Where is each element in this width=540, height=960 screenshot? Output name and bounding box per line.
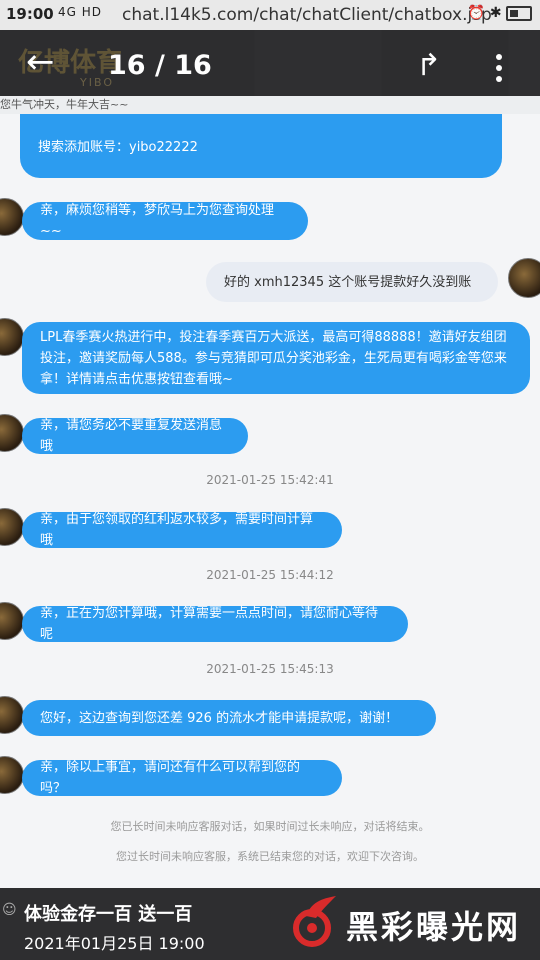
bluetooth-icon: ✱	[489, 5, 502, 21]
banner-date: 2021年01月25日 19:00	[24, 934, 205, 953]
status-time: 19:00	[6, 5, 54, 23]
agent-avatar	[0, 198, 24, 236]
image-counter: 16 / 16	[108, 50, 212, 81]
emoji-icon[interactable]: ☺	[2, 902, 17, 918]
system-notice: 您已长时间未响应客服对话，如果时间过长未响应，对话将结束。	[110, 820, 430, 833]
agent-avatar	[0, 414, 24, 452]
agent-message: 亲，请您务必不要重复发送消息哦	[22, 418, 248, 454]
agent-avatar	[0, 696, 24, 734]
signal-icon: 4G HD	[58, 5, 103, 19]
agent-message: 亲，由于您领取的红利返水较多，需要时间计算哦	[22, 512, 342, 548]
agent-avatar	[0, 508, 24, 546]
battery-icon	[506, 5, 532, 21]
watermark-logo-icon	[293, 896, 336, 947]
ticker-text: 您牛气冲天，牛年大吉~~	[0, 96, 540, 114]
message-timestamp: 2021-01-25 15:45:13	[206, 662, 334, 676]
status-bar: 19:00 4G HD chat.l14k5.com/chat/chatClie…	[0, 0, 540, 30]
message-timestamp: 2021-01-25 15:42:41	[206, 473, 334, 487]
viewer-toolbar: 亿博体育 YIBO ← 16 / 16 ↱	[0, 30, 540, 96]
banner-caption: 体验金存一百 送一百	[24, 904, 193, 925]
agent-avatar	[0, 318, 24, 356]
agent-message: LPL春季赛火热进行中，投注春季赛百万大派送，最高可得88888！邀请好友组团投…	[22, 322, 530, 394]
back-arrow-icon[interactable]: ←	[26, 44, 55, 80]
agent-avatar	[0, 756, 24, 794]
alarm-icon: ⏰	[467, 5, 486, 21]
system-notice: 您过长时间未响应客服，系统已结束您的对话，欢迎下次咨询。	[116, 850, 424, 863]
agent-message: 亲，正在为您计算哦，计算需要一点点时间，请您耐心等待呢	[22, 606, 408, 642]
caption-banner: ☺ 体验金存一百 送一百 2021年01月25日 19:00 黑彩曝光网	[0, 888, 540, 960]
status-icons: ⏰ ✱	[468, 5, 532, 21]
agent-message: 亲，除以上事宜，请问还有什么可以帮到您的吗？	[22, 760, 342, 796]
user-message: 好的 xmh12345 这个账号提款好久没到账	[206, 262, 498, 302]
agent-message: 搜索添加账号：yibo22222	[20, 114, 502, 178]
agent-message: 您好，这边查询到您还差 926 的流水才能申请提款呢，谢谢！	[22, 700, 436, 736]
more-menu-icon[interactable]	[496, 54, 502, 87]
address-url[interactable]: chat.l14k5.com/chat/chatClient/chatbox.j…	[122, 5, 492, 25]
message-timestamp: 2021-01-25 15:44:12	[206, 568, 334, 582]
watermark-text: 黑彩曝光网	[346, 908, 522, 946]
agent-avatar	[0, 602, 24, 640]
agent-message: 亲，麻烦您稍等，梦欣马上为您查询处理~~	[22, 202, 308, 240]
share-icon[interactable]: ↱	[416, 48, 441, 83]
chat-area[interactable]: 搜索添加账号：yibo22222 亲，麻烦您稍等，梦欣马上为您查询处理~~ 好的…	[0, 114, 540, 888]
user-avatar	[508, 258, 540, 298]
